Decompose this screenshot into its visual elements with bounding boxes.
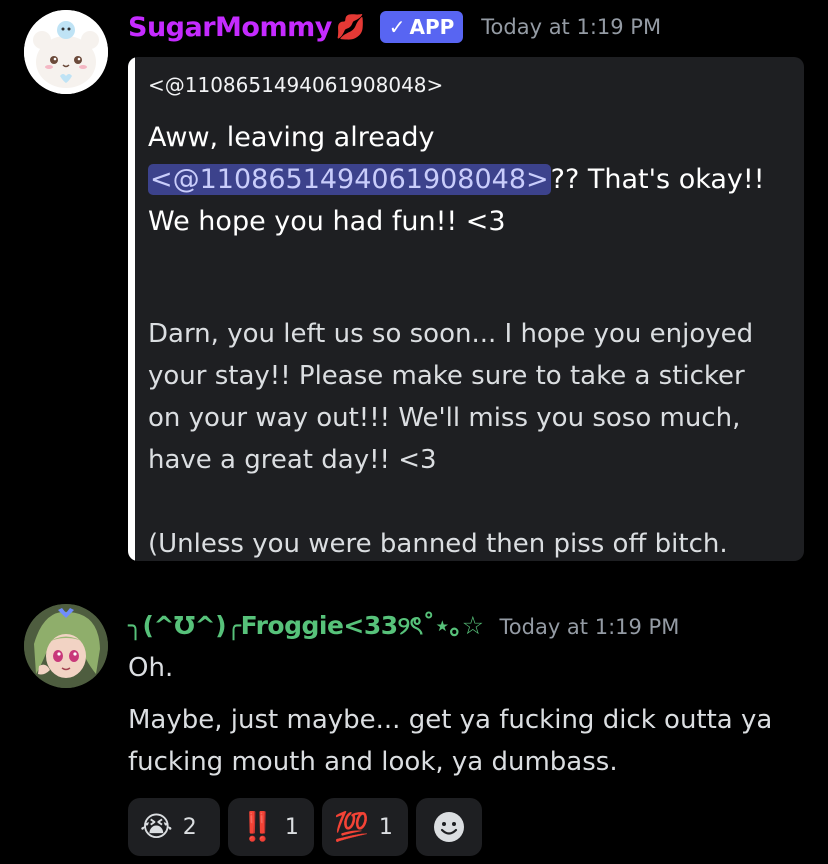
bear-avatar-icon: [24, 10, 108, 94]
reaction-count: 1: [378, 814, 393, 840]
reaction-count: 2: [182, 814, 197, 840]
username[interactable]: ╮(^Ʊ^)╭Froggie<33୨ৎ˚⋆｡☆: [128, 606, 484, 649]
username[interactable]: SugarMommy: [128, 12, 332, 43]
timestamp[interactable]: Today at 1:19 PM: [500, 615, 680, 639]
anime-avatar-icon: [24, 604, 108, 688]
embed-title-line2: <@1108651494061908048>?? That's okay!!: [148, 159, 788, 201]
avatar-sugarmommy[interactable]: [24, 10, 108, 94]
user-mention[interactable]: <@1108651494061908048>: [148, 164, 551, 195]
reaction-count: 1: [284, 814, 299, 840]
embed-title-line3: We hope you had fun!! <3: [148, 206, 506, 237]
embed-description: Darn, you left us so soon... I hope you …: [148, 319, 754, 559]
check-icon: ✓: [388, 15, 406, 39]
embed: <@1108651494061908048> Aww, leaving alre…: [128, 57, 804, 561]
add-reaction-button[interactable]: [416, 798, 482, 856]
timestamp[interactable]: Today at 1:19 PM: [481, 15, 661, 39]
reactions-bar: 😭 2 ‼️ 1 💯 1: [128, 798, 482, 856]
hundred-points-icon: 💯: [334, 810, 369, 843]
embed-color-bar: [128, 57, 135, 561]
embed-title-line1: Aww, leaving already: [148, 122, 435, 153]
message-line-1: Oh.: [128, 653, 174, 683]
embed-title: Aww, leaving already <@11086514940619080…: [148, 117, 788, 243]
crying-face-icon: 😭: [140, 810, 173, 843]
reaction-crying-face[interactable]: 😭 2: [128, 798, 220, 856]
embed-author: <@1108651494061908048>: [148, 73, 444, 97]
message-line-3: fucking mouth and look, ya dumbass.: [128, 747, 618, 777]
app-tag-label: APP: [409, 15, 455, 39]
app-tag: ✓ APP: [379, 11, 464, 43]
add-reaction-smiley-icon: [434, 812, 464, 842]
lips-icon: 💋: [335, 13, 366, 41]
message-line-2: Maybe, just maybe... get ya fucking dick…: [128, 705, 773, 735]
avatar-froggie[interactable]: [24, 604, 108, 688]
reaction-hundred-points[interactable]: 💯 1: [322, 798, 408, 856]
reaction-double-exclamation[interactable]: ‼️ 1: [228, 798, 314, 856]
double-exclamation-icon: ‼️: [240, 810, 275, 843]
embed-title-line2-text: ?? That's okay!!: [550, 164, 765, 195]
